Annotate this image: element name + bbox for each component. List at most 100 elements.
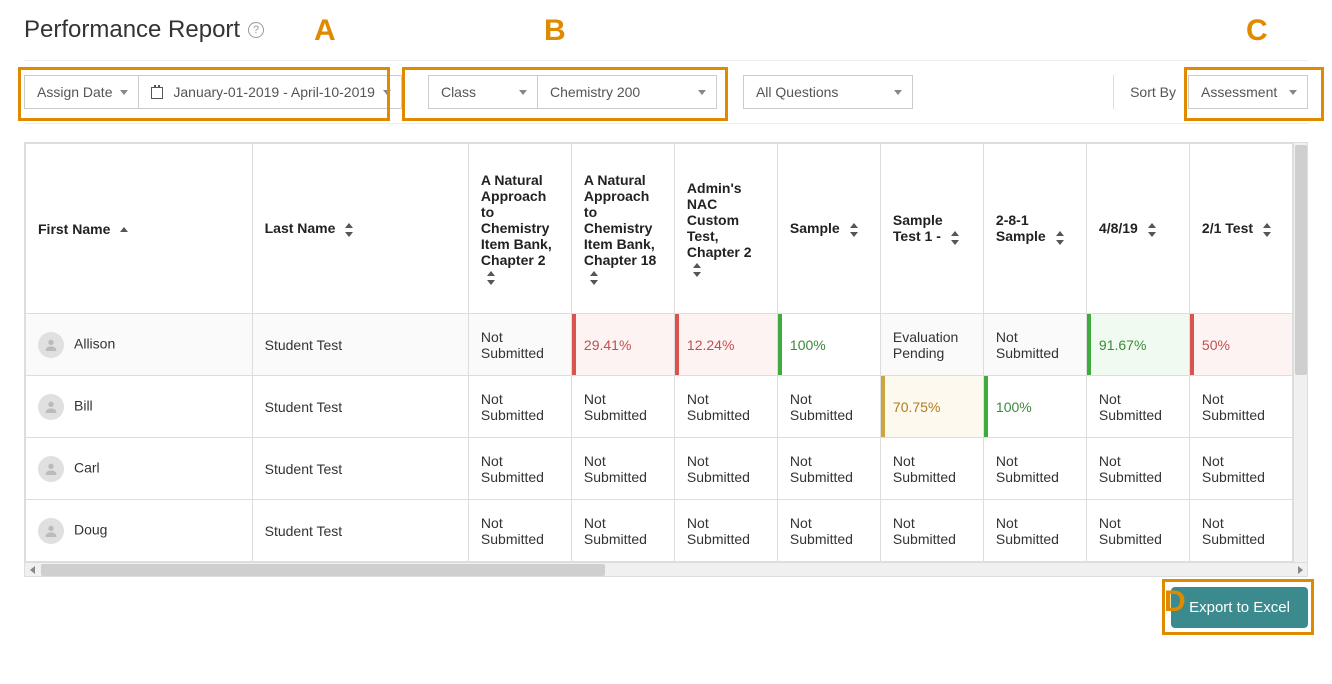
sort-icon bbox=[1263, 223, 1273, 237]
page-title-text: Performance Report bbox=[24, 16, 240, 44]
date-range-value: January-01-2019 - April-10-2019 bbox=[173, 84, 375, 100]
col-assessment-1[interactable]: A Natural Approach to Chemistry Item Ban… bbox=[571, 144, 674, 314]
col-assessment-4[interactable]: Sample Test 1 - bbox=[880, 144, 983, 314]
cell-score: Not Submitted bbox=[983, 500, 1086, 562]
sort-icon bbox=[487, 271, 497, 285]
assign-date-dropdown[interactable]: Assign Date bbox=[24, 75, 139, 109]
scroll-left-icon[interactable] bbox=[25, 564, 39, 576]
cell-score: Evaluation Pending bbox=[880, 314, 983, 376]
col-assessment-7[interactable]: 2/1 Test bbox=[1189, 144, 1292, 314]
cell-score: Not Submitted bbox=[1189, 500, 1292, 562]
callout-a: A bbox=[314, 14, 336, 48]
sort-icon bbox=[693, 263, 703, 277]
cell-score: Not Submitted bbox=[880, 438, 983, 500]
col-assessment-6[interactable]: 4/8/19 bbox=[1086, 144, 1189, 314]
cell-first-name: Carl bbox=[26, 438, 253, 500]
cell-score: Not Submitted bbox=[571, 376, 674, 438]
sort-icon bbox=[1148, 223, 1158, 237]
chevron-down-icon bbox=[519, 90, 527, 95]
help-icon[interactable]: ? bbox=[248, 22, 264, 38]
table-row: DougStudent TestNot SubmittedNot Submitt… bbox=[26, 500, 1293, 562]
cell-score: Not Submitted bbox=[1086, 376, 1189, 438]
col-last-name-label: Last Name bbox=[265, 220, 336, 236]
page-title: Performance Report ? bbox=[24, 16, 1308, 44]
class-type-dropdown[interactable]: Class bbox=[428, 75, 538, 109]
export-to-excel-button[interactable]: Export to Excel bbox=[1171, 587, 1308, 628]
chevron-down-icon bbox=[698, 90, 706, 95]
avatar bbox=[38, 456, 64, 482]
col-assessment-3[interactable]: Sample bbox=[777, 144, 880, 314]
col-assessment-0[interactable]: A Natural Approach to Chemistry Item Ban… bbox=[468, 144, 571, 314]
col-first-name-label: First Name bbox=[38, 221, 110, 237]
cell-first-name: Allison bbox=[26, 314, 253, 376]
cell-score: 70.75% bbox=[880, 376, 983, 438]
questions-value: All Questions bbox=[756, 84, 838, 100]
sort-dropdown[interactable]: Assessment bbox=[1188, 75, 1308, 109]
cell-first-name: Bill bbox=[26, 376, 253, 438]
cell-score: Not Submitted bbox=[571, 500, 674, 562]
sort-asc-icon bbox=[120, 227, 128, 232]
cell-score: Not Submitted bbox=[674, 500, 777, 562]
cell-score: Not Submitted bbox=[983, 314, 1086, 376]
questions-group: All Questions bbox=[743, 75, 913, 109]
cell-score: 50% bbox=[1189, 314, 1292, 376]
cell-score: Not Submitted bbox=[674, 376, 777, 438]
vertical-scrollbar[interactable] bbox=[1293, 143, 1307, 562]
cell-score: 100% bbox=[777, 314, 880, 376]
cell-score: Not Submitted bbox=[468, 314, 571, 376]
date-range-picker[interactable]: January-01-2019 - April-10-2019 bbox=[138, 75, 401, 109]
chevron-down-icon bbox=[894, 90, 902, 95]
sort-icon bbox=[850, 223, 860, 237]
col-assessment-label: 4/8/19 bbox=[1099, 220, 1138, 236]
assign-date-label: Assign Date bbox=[37, 84, 112, 100]
col-first-name[interactable]: First Name bbox=[26, 144, 253, 314]
assign-date-group: Assign Date January-01-2019 - April-10-2… bbox=[24, 75, 402, 109]
chevron-down-icon bbox=[120, 90, 128, 95]
col-assessment-5[interactable]: 2-8-1 Sample bbox=[983, 144, 1086, 314]
cell-score: 29.41% bbox=[571, 314, 674, 376]
cell-first-name: Doug bbox=[26, 500, 253, 562]
table-row: BillStudent TestNot SubmittedNot Submitt… bbox=[26, 376, 1293, 438]
callout-b: B bbox=[544, 14, 566, 48]
scroll-right-icon[interactable] bbox=[1293, 564, 1307, 576]
sort-icon bbox=[951, 231, 961, 245]
cell-last-name: Student Test bbox=[252, 314, 468, 376]
callout-d: D bbox=[1164, 585, 1186, 619]
sort-by-label: Sort By bbox=[1130, 84, 1176, 100]
filters-bar: Assign Date January-01-2019 - April-10-2… bbox=[24, 60, 1308, 124]
cell-last-name: Student Test bbox=[252, 376, 468, 438]
questions-dropdown[interactable]: All Questions bbox=[743, 75, 913, 109]
report-table-wrap: First Name Last Name A Natural Approach … bbox=[24, 142, 1308, 577]
cell-score: Not Submitted bbox=[983, 438, 1086, 500]
cell-last-name: Student Test bbox=[252, 438, 468, 500]
class-value-dropdown[interactable]: Chemistry 200 bbox=[537, 75, 717, 109]
horizontal-scrollbar[interactable] bbox=[25, 562, 1307, 576]
chevron-down-icon bbox=[383, 90, 391, 95]
first-name-value: Doug bbox=[74, 521, 107, 537]
col-assessment-label: Sample bbox=[790, 220, 840, 236]
first-name-value: Bill bbox=[74, 397, 93, 413]
cell-score: 91.67% bbox=[1086, 314, 1189, 376]
horizontal-scroll-thumb[interactable] bbox=[41, 564, 605, 576]
col-assessment-2[interactable]: Admin's NAC Custom Test, Chapter 2 bbox=[674, 144, 777, 314]
cell-score: Not Submitted bbox=[1189, 376, 1292, 438]
cell-score: Not Submitted bbox=[468, 500, 571, 562]
cell-score: Not Submitted bbox=[1086, 500, 1189, 562]
class-value: Chemistry 200 bbox=[550, 84, 640, 100]
sort-icon bbox=[1056, 231, 1066, 245]
col-assessment-label: A Natural Approach to Chemistry Item Ban… bbox=[584, 172, 656, 268]
table-row: AllisonStudent TestNot Submitted29.41%12… bbox=[26, 314, 1293, 376]
col-last-name[interactable]: Last Name bbox=[252, 144, 468, 314]
cell-score: Not Submitted bbox=[1189, 438, 1292, 500]
col-assessment-label: 2/1 Test bbox=[1202, 220, 1253, 236]
first-name-value: Carl bbox=[74, 459, 100, 475]
avatar bbox=[38, 332, 64, 358]
cell-score: Not Submitted bbox=[880, 500, 983, 562]
vertical-scroll-thumb[interactable] bbox=[1295, 145, 1307, 375]
cell-score: Not Submitted bbox=[571, 438, 674, 500]
sort-group: Sort By Assessment bbox=[1113, 75, 1308, 109]
chevron-down-icon bbox=[1289, 90, 1297, 95]
cell-score: Not Submitted bbox=[468, 376, 571, 438]
export-label: Export to Excel bbox=[1189, 599, 1290, 616]
first-name-value: Allison bbox=[74, 335, 115, 351]
